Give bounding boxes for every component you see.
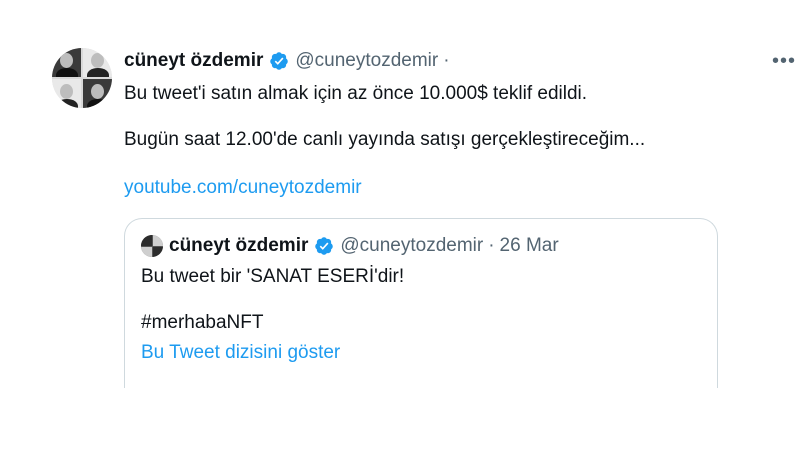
quoted-avatar[interactable]: [141, 235, 163, 257]
quoted-tweet-header: cüneyt özdemir @cuneytozdemir · 26 Mar: [141, 233, 701, 259]
tweet-content: cüneyt özdemir @cuneytozdemir · ••• Bu t…: [124, 48, 795, 200]
author-name[interactable]: cüneyt özdemir: [124, 50, 263, 72]
quoted-date[interactable]: 26 Mar: [500, 235, 559, 257]
avatar-photo: [83, 48, 112, 77]
tweet-header: cüneyt özdemir @cuneytozdemir ·: [124, 48, 752, 74]
quoted-hashtag[interactable]: #merhabaNFT: [141, 311, 701, 335]
quoted-author-name[interactable]: cüneyt özdemir: [169, 235, 308, 257]
tweet-link[interactable]: youtube.com/cuneytozdemir: [124, 176, 752, 200]
avatar-photo: [83, 79, 112, 108]
tweet-text-line-1: Bu tweet'i satın almak için az önce 10.0…: [124, 83, 588, 104]
header-separator: ·: [443, 50, 450, 71]
more-horizontal-icon[interactable]: •••: [772, 50, 796, 73]
quoted-separator: ·: [488, 235, 495, 256]
verified-badge-icon: [270, 52, 289, 70]
quoted-text: Bu tweet bir 'SANAT ESERİ'dir!: [141, 266, 405, 287]
avatar-photo: [52, 79, 81, 108]
quoted-author-handle[interactable]: @cuneytozdemir: [340, 235, 483, 257]
avatar[interactable]: [52, 48, 112, 108]
tweet-text-line-2: Bugün saat 12.00'de canlı yayında satışı…: [124, 129, 646, 150]
verified-badge-icon: [315, 237, 334, 255]
avatar-photo: [52, 48, 81, 77]
show-thread-link[interactable]: Bu Tweet dizisini göster: [141, 341, 701, 365]
author-handle[interactable]: @cuneytozdemir: [295, 50, 438, 72]
quoted-tweet[interactable]: cüneyt özdemir @cuneytozdemir · 26 Mar B…: [124, 218, 718, 388]
